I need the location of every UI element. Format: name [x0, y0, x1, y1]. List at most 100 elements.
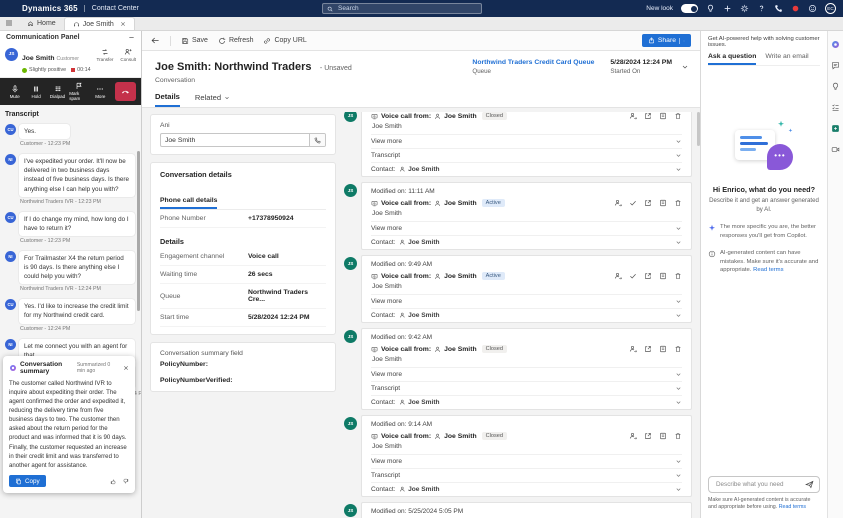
copilot-icon[interactable]: [831, 40, 840, 49]
contact-name[interactable]: Joe Smith: [408, 399, 440, 406]
send-icon[interactable]: [805, 480, 814, 489]
new-look-toggle[interactable]: [681, 4, 698, 13]
field-value[interactable]: Northwind Traders Cre...: [248, 289, 326, 303]
contact-name[interactable]: Joe Smith: [408, 239, 440, 246]
delete-icon[interactable]: [674, 199, 682, 207]
delete-icon[interactable]: [674, 432, 682, 440]
view-more-row[interactable]: View more: [371, 134, 682, 148]
queue-link[interactable]: Northwind Traders Credit Card Queue: [472, 59, 594, 66]
delete-icon[interactable]: [674, 272, 682, 280]
feedback-smiley-icon[interactable]: [808, 4, 817, 13]
mute-button[interactable]: Mute: [5, 84, 24, 99]
close-activity-check-icon[interactable]: [629, 199, 637, 207]
more-button[interactable]: More: [91, 85, 110, 99]
caller-name[interactable]: Joe Smith: [444, 200, 476, 207]
help-icon[interactable]: [757, 4, 766, 13]
timeline-card[interactable]: Modified on: 9:49 AM Voice call from: Jo…: [361, 255, 692, 323]
contact-name[interactable]: Joe Smith: [408, 166, 440, 173]
field-value[interactable]: Voice call: [248, 253, 326, 260]
read-terms-link[interactable]: Read terms: [753, 267, 783, 273]
field-value[interactable]: +17378950924: [248, 215, 326, 222]
tab-home[interactable]: Home: [19, 17, 64, 30]
end-call-button[interactable]: [115, 82, 137, 101]
app-launcher-icon[interactable]: [7, 4, 16, 13]
add-note-icon[interactable]: [659, 432, 667, 440]
assign-icon[interactable]: [629, 345, 637, 353]
assign-icon[interactable]: [629, 112, 637, 120]
copilot-prompt-field[interactable]: [708, 475, 820, 493]
thumbs-up-icon[interactable]: [110, 478, 117, 485]
timeline-card[interactable]: Modified on: 5/25/2024 5:05 PM Voice cal…: [361, 502, 692, 518]
caller-name[interactable]: Joe Smith: [444, 433, 476, 440]
footer-read-terms-link[interactable]: Read terms: [779, 504, 806, 510]
close-activity-check-icon[interactable]: [629, 272, 637, 280]
settings-gear-icon[interactable]: [740, 4, 749, 13]
open-record-icon[interactable]: [644, 432, 652, 440]
camera-icon[interactable]: [831, 145, 840, 154]
contact-row[interactable]: Contact: Joe Smith: [371, 482, 682, 496]
transcript-row[interactable]: Transcript: [371, 468, 682, 482]
add-note-icon[interactable]: [659, 112, 667, 120]
back-icon[interactable]: [151, 36, 160, 45]
tab-phone-call-details[interactable]: Phone call details: [160, 197, 218, 209]
close-tab-icon[interactable]: [120, 21, 126, 27]
ani-field[interactable]: [160, 133, 326, 147]
save-button[interactable]: Save: [181, 37, 208, 45]
assign-icon[interactable]: [614, 199, 622, 207]
dialpad-button[interactable]: Dialpad: [48, 85, 67, 99]
caller-name[interactable]: Joe Smith: [444, 113, 476, 120]
lightbulb-icon[interactable]: [831, 82, 840, 91]
share-button[interactable]: Share: [641, 34, 691, 47]
timeline-card[interactable]: Modified on: 9:14 AM Voice call from: Jo…: [361, 415, 692, 497]
timeline-card[interactable]: Modified on: 9:42 AM Voice call from: Jo…: [361, 328, 692, 410]
consult-button[interactable]: Consult: [120, 48, 136, 62]
menu-icon[interactable]: [5, 19, 13, 27]
contact-row[interactable]: Contact: Joe Smith: [371, 235, 682, 249]
contact-name[interactable]: Joe Smith: [408, 486, 440, 493]
open-record-icon[interactable]: [644, 345, 652, 353]
ani-input[interactable]: [161, 136, 309, 144]
app-name[interactable]: Contact Center: [83, 5, 139, 12]
view-more-row[interactable]: View more: [371, 367, 682, 381]
global-search[interactable]: [322, 3, 482, 14]
tab-details[interactable]: Details: [155, 92, 180, 107]
copy-summary-button[interactable]: Copy: [9, 475, 46, 487]
view-more-row[interactable]: View more: [371, 454, 682, 468]
search-input[interactable]: [336, 4, 477, 13]
delete-icon[interactable]: [674, 345, 682, 353]
field-value[interactable]: 5/28/2024 12:24 PM: [248, 314, 326, 321]
caller-name[interactable]: Joe Smith: [444, 273, 476, 280]
chat-notes-icon[interactable]: [831, 61, 840, 70]
open-record-icon[interactable]: [644, 272, 652, 280]
tab-related[interactable]: Related: [195, 92, 230, 107]
tab-write-an-email[interactable]: Write an email: [765, 53, 808, 65]
tab-ask-a-question[interactable]: Ask a question: [708, 53, 757, 65]
thumbs-down-icon[interactable]: [122, 478, 129, 485]
add-note-icon[interactable]: [659, 272, 667, 280]
hold-button[interactable]: Hold: [26, 85, 45, 99]
delete-icon[interactable]: [674, 112, 682, 120]
contact-row[interactable]: Contact: Joe Smith: [371, 395, 682, 409]
view-more-row[interactable]: View more: [371, 294, 682, 308]
minimize-panel-icon[interactable]: [128, 34, 135, 41]
caller-name[interactable]: Joe Smith: [444, 346, 476, 353]
open-record-icon[interactable]: [644, 199, 652, 207]
add-note-icon[interactable]: [659, 199, 667, 207]
assign-icon[interactable]: [629, 432, 637, 440]
checklist-icon[interactable]: [831, 103, 840, 112]
copy-url-button[interactable]: Copy URL: [263, 37, 307, 45]
open-record-icon[interactable]: [644, 112, 652, 120]
phone-icon[interactable]: [774, 4, 783, 13]
timeline-card[interactable]: Voice call from: Joe Smith Closed Joe Sm…: [361, 112, 692, 177]
add-note-icon[interactable]: [659, 345, 667, 353]
mark-spam-button[interactable]: Mark spam: [69, 82, 88, 101]
collapse-header-icon[interactable]: [681, 63, 689, 71]
transcript-row[interactable]: Transcript: [371, 381, 682, 395]
timeline-card[interactable]: Modified on: 11:11 AM Voice call from: J…: [361, 182, 692, 250]
add-icon[interactable]: [723, 4, 732, 13]
close-summary-icon[interactable]: [123, 365, 129, 371]
user-avatar[interactable]: EC: [825, 3, 836, 14]
contact-name[interactable]: Joe Smith: [408, 312, 440, 319]
assign-icon[interactable]: [614, 272, 622, 280]
contact-row[interactable]: Contact: Joe Smith: [371, 162, 682, 176]
